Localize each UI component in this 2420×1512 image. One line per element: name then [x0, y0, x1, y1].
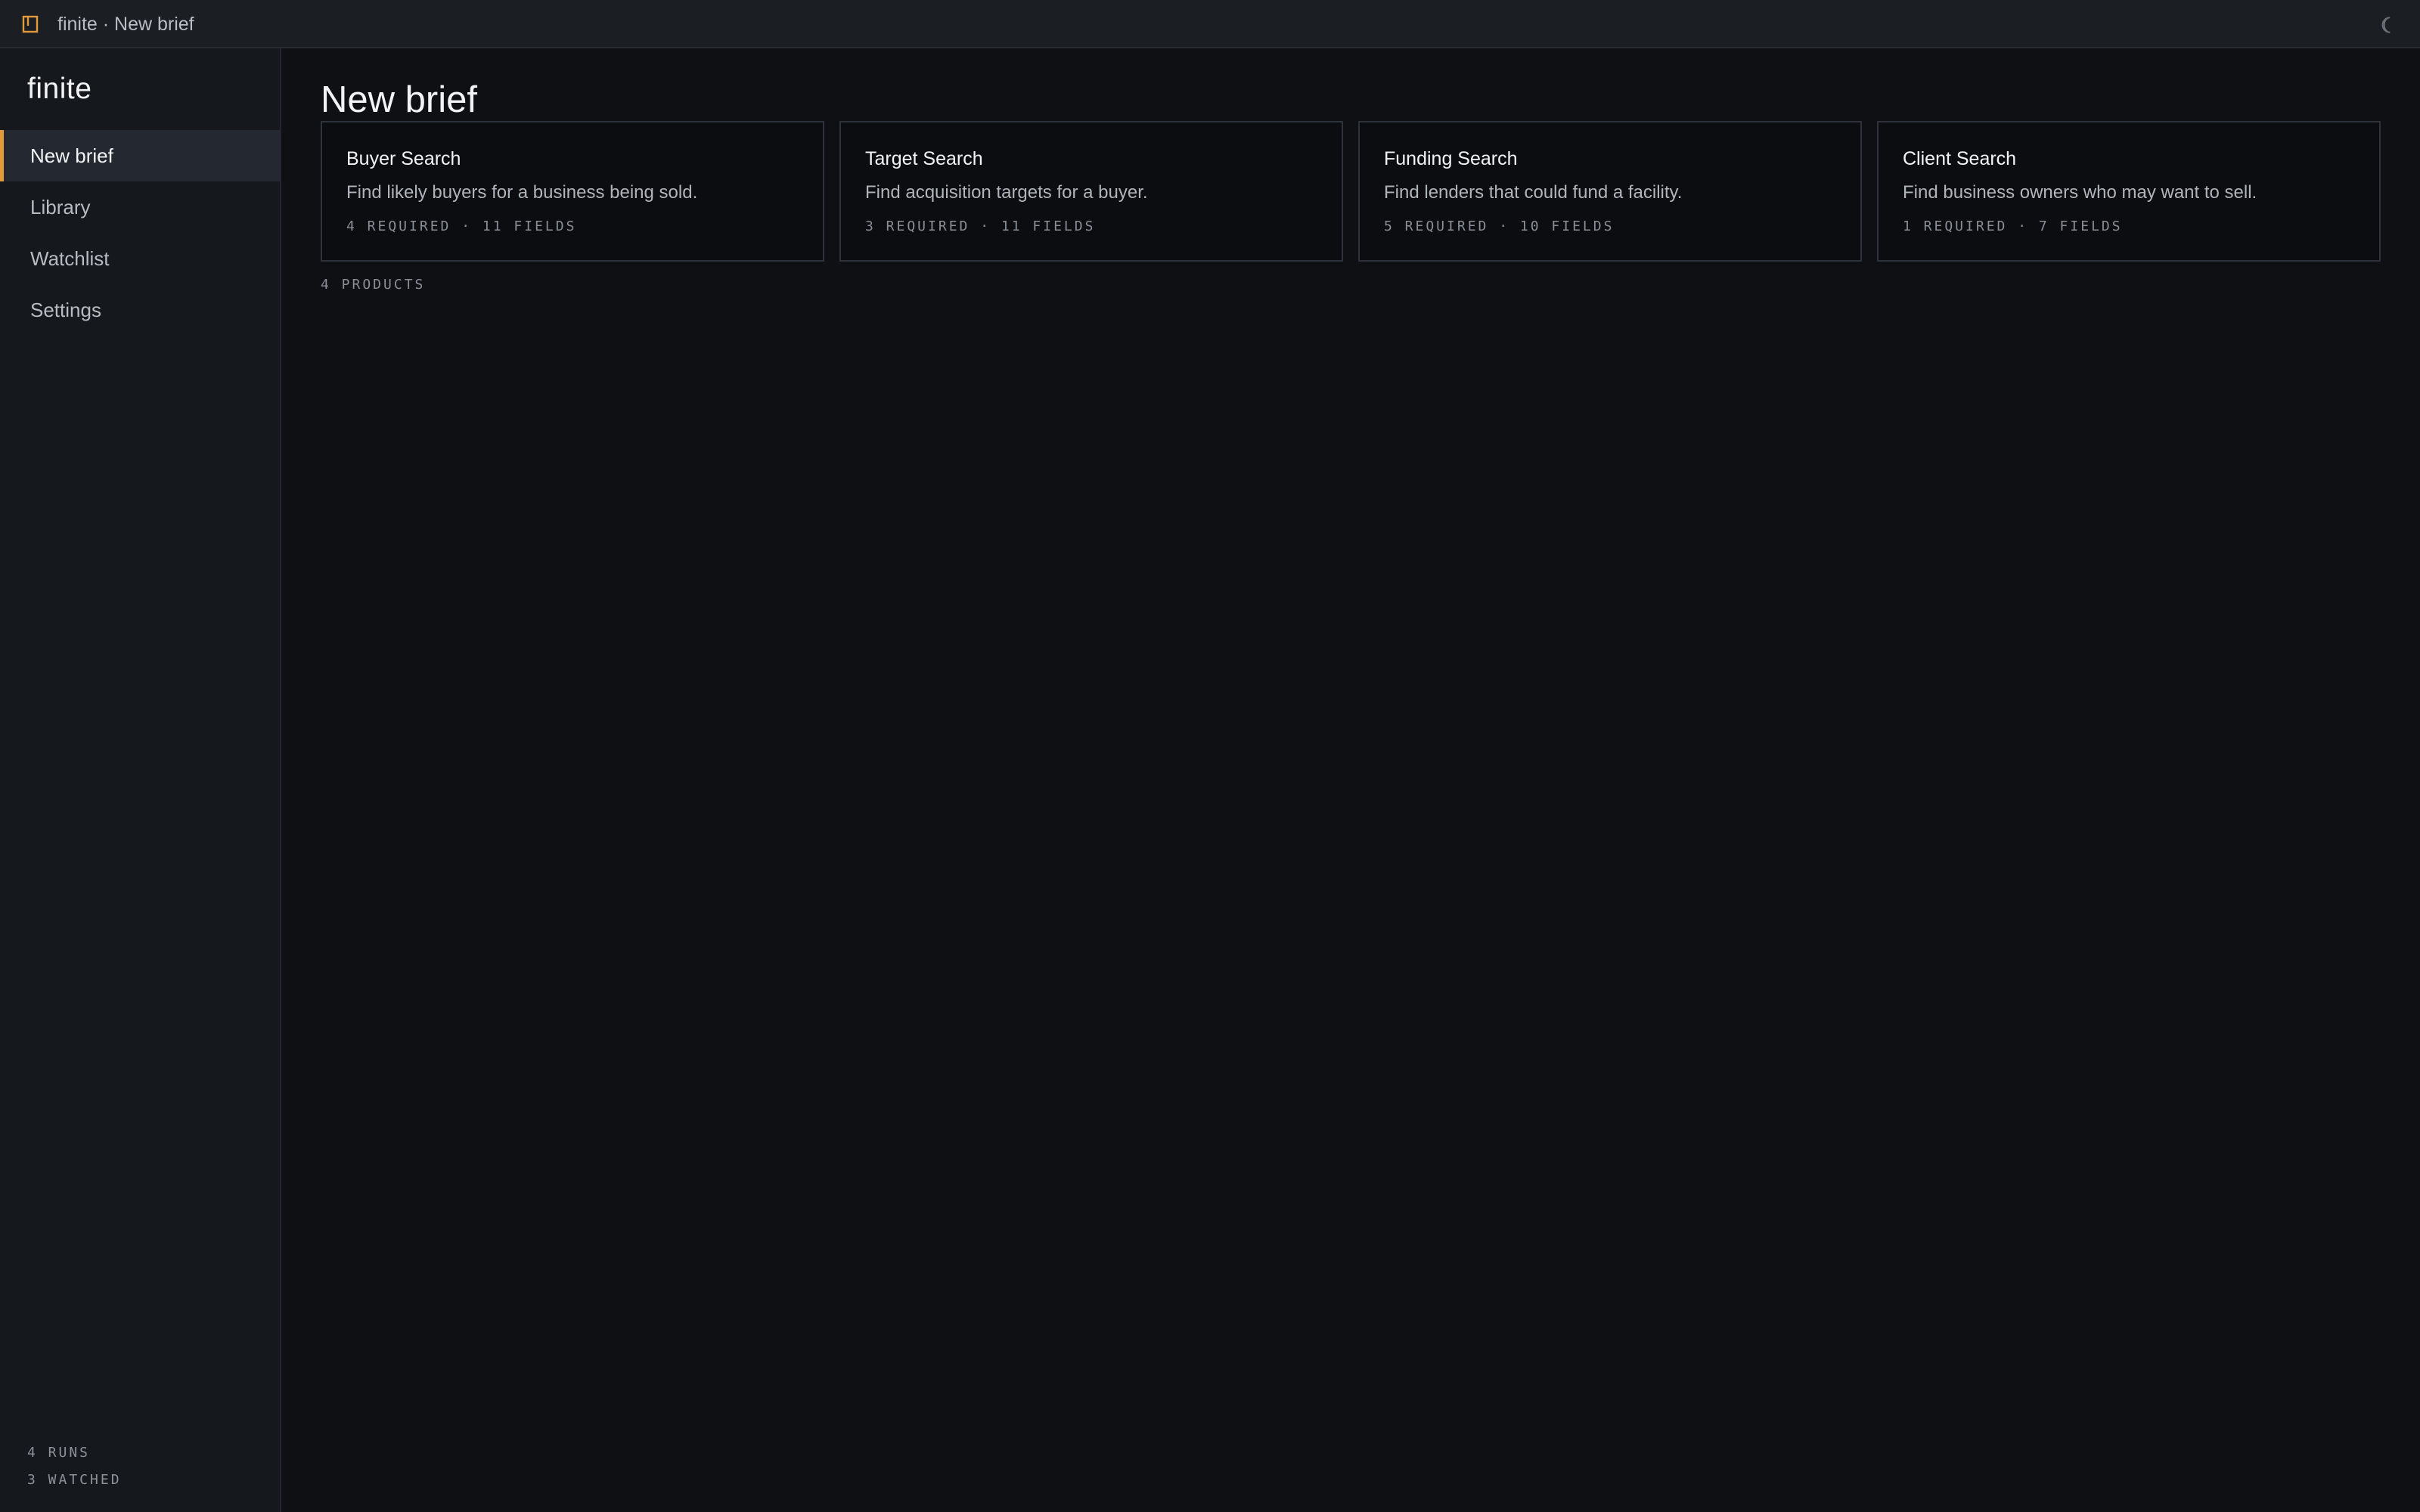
card-title: Client Search — [1903, 148, 2017, 169]
page-title: New brief — [321, 79, 477, 120]
product-card-funding-search[interactable]: Funding Search Find lenders that could f… — [1358, 121, 1862, 262]
card-meta: 3 REQUIRED · 11 FIELDS — [865, 218, 1096, 234]
sidebar-item-watchlist[interactable]: Watchlist — [0, 233, 280, 284]
card-description: Find likely buyers for a business being … — [346, 182, 698, 203]
card-meta: 1 REQUIRED · 7 FIELDS — [1903, 218, 2123, 234]
sidebar-stats: 4 RUNS 3 WATCHED — [27, 1439, 122, 1494]
card-description: Find acquisition targets for a buyer. — [865, 182, 1148, 203]
sidebar-item-settings[interactable]: Settings — [0, 284, 280, 336]
product-card-client-search[interactable]: Client Search Find business owners who m… — [1877, 121, 2381, 262]
sidebar-item-library[interactable]: Library — [0, 181, 280, 233]
watched-count: 3 WATCHED — [27, 1472, 122, 1488]
product-card-buyer-search[interactable]: Buyer Search Find likely buyers for a bu… — [321, 121, 824, 262]
card-title: Funding Search — [1384, 148, 1518, 169]
card-title: Target Search — [865, 148, 983, 169]
product-card-target-search[interactable]: Target Search Find acquisition targets f… — [839, 121, 1343, 262]
sidebar-item-new-brief[interactable]: New brief — [0, 130, 280, 181]
products-count: 4 PRODUCTS — [321, 277, 426, 293]
runs-count: 4 RUNS — [27, 1445, 91, 1461]
window-title: finite · New brief — [57, 14, 194, 35]
card-meta: 4 REQUIRED · 11 FIELDS — [346, 218, 577, 234]
book-icon — [22, 15, 39, 33]
main-content: New brief Buyer Search Find likely buyer… — [281, 48, 2420, 1512]
title-bar: finite · New brief — [0, 0, 2420, 48]
sidebar-nav: New brief Library Watchlist Settings — [0, 130, 280, 336]
product-cards: Buyer Search Find likely buyers for a bu… — [321, 121, 2381, 262]
card-description: Find lenders that could fund a facility. — [1384, 182, 1683, 203]
brand-logo-text: finite — [27, 73, 92, 105]
sidebar: finite New brief Library Watchlist Setti… — [0, 48, 281, 1512]
moon-icon[interactable] — [2378, 15, 2397, 35]
card-description: Find business owners who may want to sel… — [1903, 182, 2257, 203]
card-title: Buyer Search — [346, 148, 461, 169]
card-meta: 5 REQUIRED · 10 FIELDS — [1384, 218, 1615, 234]
